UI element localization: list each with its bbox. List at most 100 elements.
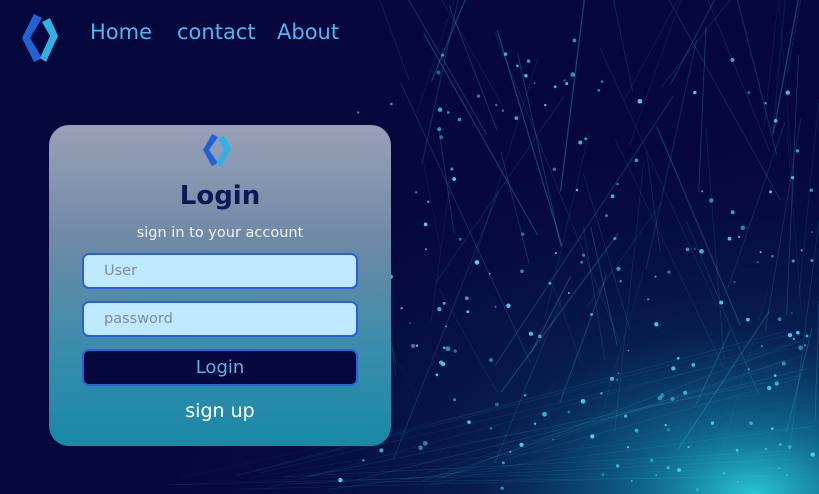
particle-dot	[667, 270, 671, 274]
particle-dot	[415, 344, 419, 347]
particle-dot	[695, 488, 699, 492]
particle-dot	[570, 72, 576, 77]
particle-dot	[683, 390, 688, 395]
particle-dot	[503, 52, 508, 56]
particle-dot	[501, 461, 505, 465]
particle-dot	[790, 312, 793, 314]
particle-dot	[781, 361, 786, 366]
particle-dot	[584, 137, 588, 141]
particle-dot	[805, 334, 809, 338]
particle-dot	[770, 427, 774, 430]
particle-dot	[458, 237, 462, 241]
signup-link[interactable]: sign up	[49, 400, 391, 422]
particle-dot	[390, 102, 393, 106]
password-input[interactable]	[82, 301, 358, 337]
particle-dot	[453, 398, 457, 402]
particle-dot	[601, 473, 605, 477]
particle-dot	[467, 420, 471, 424]
particle-dot	[616, 378, 619, 381]
particle-dot	[528, 331, 533, 336]
particle-dot	[654, 275, 657, 278]
particle-dot	[567, 410, 571, 414]
particle-dot	[590, 312, 594, 316]
particle-dot	[590, 434, 595, 439]
particle-dot	[379, 448, 384, 453]
particle-dot	[446, 111, 450, 114]
particle-dot	[773, 118, 778, 123]
particle-dot	[537, 334, 542, 339]
particle-dot	[671, 366, 676, 371]
particle-dot	[597, 88, 601, 92]
particle-dot	[453, 349, 457, 353]
nav-home[interactable]: Home	[90, 20, 152, 44]
particle-dot	[495, 103, 498, 107]
user-input[interactable]	[82, 253, 358, 289]
particle-dot	[749, 421, 753, 426]
particle-dot	[773, 374, 777, 377]
particle-dot	[516, 64, 519, 68]
particle-dot	[610, 194, 615, 199]
particle-dot	[501, 109, 505, 112]
particle-dot	[769, 190, 773, 194]
particle-dot	[616, 182, 619, 186]
particle-dot	[685, 247, 690, 252]
particle-dot	[617, 372, 620, 375]
nav-about[interactable]: About	[277, 20, 339, 44]
particle-dot	[745, 317, 750, 322]
particle-dot	[565, 82, 569, 86]
particle-dot	[764, 447, 767, 450]
particle-dot	[727, 236, 732, 241]
particle-dot	[567, 292, 570, 294]
particle-dot	[520, 232, 525, 236]
particle-dot	[634, 158, 639, 163]
particle-dot	[733, 281, 736, 283]
particle-dot	[810, 258, 814, 263]
particle-dot	[810, 452, 815, 457]
particle-dot	[735, 448, 739, 452]
particle-dot	[356, 111, 360, 114]
particle-dot	[506, 303, 511, 309]
particle-dot	[509, 450, 512, 453]
particle-dot	[494, 402, 499, 407]
particle-dot	[489, 358, 493, 362]
particle-dot	[800, 249, 803, 252]
particle-dot	[553, 85, 557, 89]
particle-dot	[785, 90, 791, 95]
particle-dot	[543, 103, 547, 107]
particle-dot	[778, 467, 781, 470]
logo-icon	[22, 14, 58, 62]
particle-dot	[760, 344, 764, 348]
particle-dot	[466, 310, 470, 314]
particle-dot	[785, 474, 788, 477]
particle-dot	[524, 73, 528, 78]
particle-dot	[580, 260, 584, 264]
particle-dot	[701, 190, 704, 193]
particle-dot	[667, 428, 670, 432]
particle-dot	[691, 363, 696, 367]
particle-dot	[811, 231, 813, 233]
particle-dot	[796, 330, 800, 335]
particle-dot	[605, 214, 608, 218]
particle-dot	[563, 79, 566, 82]
login-button[interactable]: Login	[82, 349, 358, 386]
particle-dot	[578, 140, 583, 145]
particle-dot	[637, 98, 643, 104]
particle-dot	[619, 279, 622, 283]
particle-dot	[647, 298, 650, 301]
particle-dot	[436, 70, 441, 75]
particle-dot	[437, 127, 442, 132]
particle-dot	[736, 480, 739, 483]
particle-dot	[666, 466, 670, 470]
particle-dot	[533, 422, 537, 426]
particle-dot	[787, 445, 792, 449]
particle-dot	[664, 423, 667, 427]
particle-dot	[654, 322, 659, 327]
particle-dot	[787, 332, 793, 338]
nav-contact[interactable]: contact	[177, 20, 256, 44]
particle-dot	[730, 57, 735, 62]
particle-dot	[613, 236, 617, 241]
particle-dot	[756, 261, 759, 263]
particle-dot	[778, 443, 782, 447]
particle-dot	[581, 253, 586, 257]
particle-dot	[610, 376, 614, 381]
